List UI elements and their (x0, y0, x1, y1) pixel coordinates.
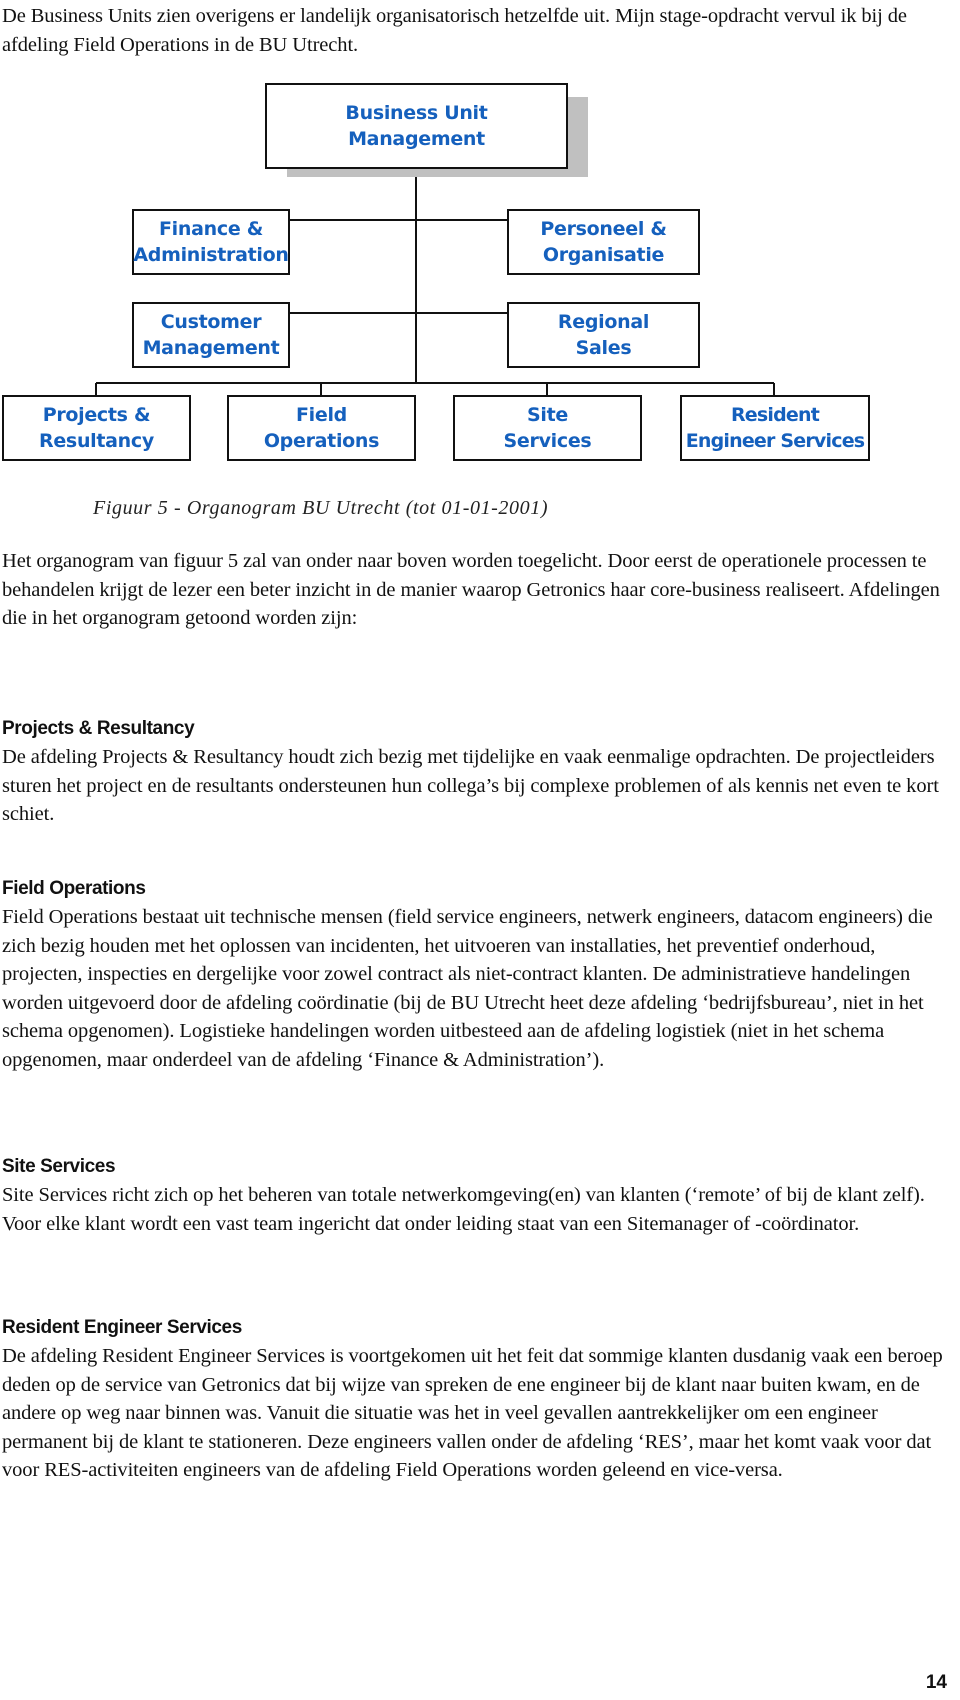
section-heading: Site Services (2, 1156, 116, 1177)
section-field-operations: Field Operations Field Operations bestaa… (2, 875, 952, 1075)
org-box-projects-resultancy: Projects & Resultancy (2, 395, 191, 461)
org-box-label: Finance & (159, 218, 263, 240)
section-text: De afdeling Projects & Resultancy houdt … (2, 746, 939, 826)
section-text: De afdeling Resident Engineer Services i… (2, 1345, 943, 1482)
org-box-label: Projects & (42, 404, 151, 426)
org-box-label: Sales (575, 337, 632, 359)
org-box-label: Resident (730, 404, 820, 426)
page-number: 14 (925, 1672, 947, 1693)
org-box-business-unit-management: Business Unit Management (265, 83, 568, 169)
org-box-label: Management (142, 337, 280, 359)
section-site-services: Site Services Site Services richt zich o… (2, 1153, 952, 1238)
explanation-paragraph: Het organogram van figuur 5 zal van onde… (2, 550, 940, 630)
intro-paragraph: De Business Units zien overigens er land… (2, 5, 907, 56)
org-box-label: Customer (160, 311, 262, 333)
section-heading: Field Operations (2, 878, 146, 899)
org-box-field-operations: Field Operations (227, 395, 416, 461)
section-projects-resultancy: Projects & Resultancy De afdeling Projec… (2, 715, 952, 829)
section-heading: Projects & Resultancy (2, 718, 195, 739)
section-resident-engineer-services: Resident Engineer Services De afdeling R… (2, 1314, 952, 1485)
org-box-resident-engineer-services: Resident Engineer Services (680, 395, 870, 461)
org-box-regional-sales: Regional Sales (507, 302, 700, 368)
org-box-finance-administration: Finance & Administration (132, 209, 290, 275)
figure-caption: Figuur 5 - Organogram BU Utrecht (tot 01… (93, 497, 549, 519)
org-box-label: Personeel & (540, 218, 667, 240)
org-box-label: Administration (133, 244, 289, 266)
org-box-label: Field (295, 404, 347, 426)
org-box-label: Regional (557, 311, 650, 333)
section-heading: Resident Engineer Services (2, 1317, 242, 1338)
org-box-personeel-organisatie: Personeel & Organisatie (507, 209, 700, 275)
section-text: Field Operations bestaat uit technische … (2, 906, 933, 1071)
org-box-label: Operations (263, 430, 380, 452)
org-box-customer-management: Customer Management (132, 302, 290, 368)
org-box-label: Management (348, 128, 485, 150)
org-box-label: Services (503, 430, 592, 452)
org-box-label: Resultancy (39, 430, 154, 452)
org-box-label: Business Unit (345, 102, 488, 124)
org-box-label: Organisatie (542, 244, 665, 266)
section-text: Site Services richt zich op het beheren … (2, 1184, 925, 1235)
organogram: Business Unit Management Finance & Admin… (0, 80, 880, 470)
org-box-label: Site (527, 404, 568, 426)
org-box-site-services: Site Services (453, 395, 642, 461)
org-box-label: Engineer Services (685, 430, 865, 452)
